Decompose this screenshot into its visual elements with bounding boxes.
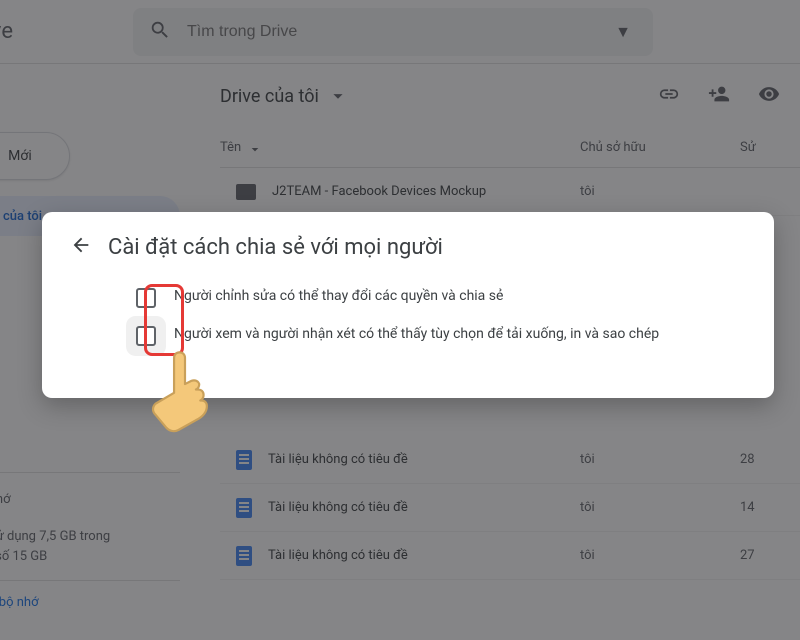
back-arrow-icon[interactable] xyxy=(70,234,92,260)
checkbox[interactable] xyxy=(136,326,156,346)
option-editors-change-permissions[interactable]: Người chỉnh sửa có thể thay đổi các quyề… xyxy=(70,282,746,320)
pointing-hand-icon xyxy=(150,350,220,440)
checkbox[interactable] xyxy=(136,288,156,308)
option-label: Người chỉnh sửa có thể thay đổi các quyề… xyxy=(174,286,503,307)
dialog-title: Cài đặt cách chia sẻ với mọi người xyxy=(108,235,443,260)
option-label: Người xem và người nhận xét có thể thấy … xyxy=(174,324,659,345)
share-settings-dialog: Cài đặt cách chia sẻ với mọi người Người… xyxy=(42,212,774,398)
